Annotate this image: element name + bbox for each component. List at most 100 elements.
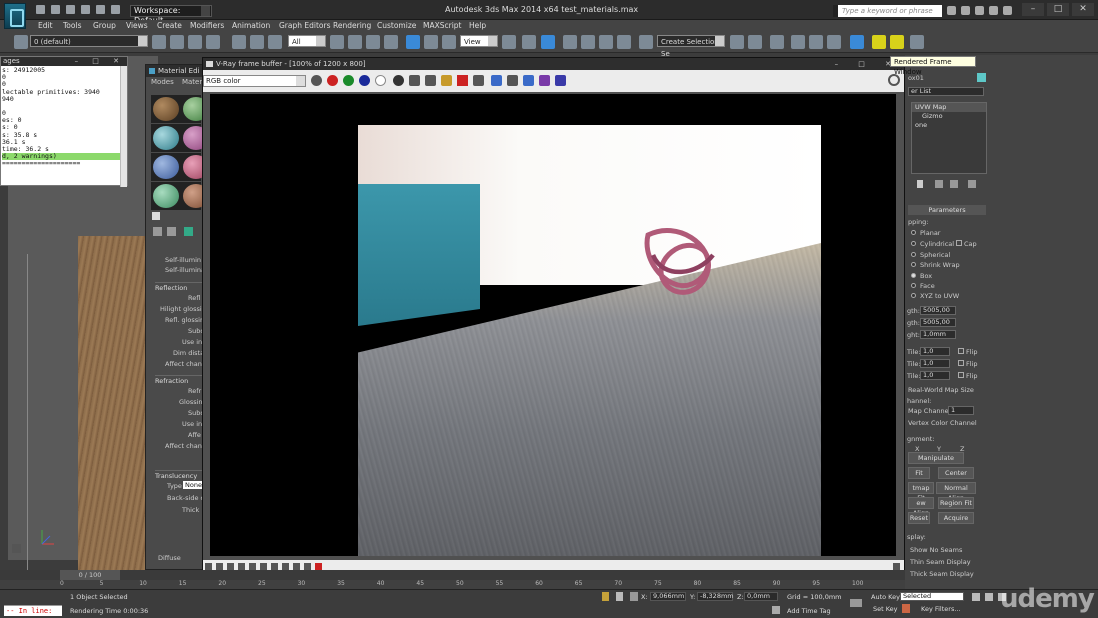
material-slot[interactable]	[151, 95, 181, 123]
go-to-start-icon[interactable]	[972, 593, 980, 601]
history-icon[interactable]	[205, 563, 212, 570]
snaps-toggle-icon[interactable]	[563, 35, 577, 49]
real-world-map-size-checkbox[interactable]: Real-World Map Size	[908, 386, 974, 394]
menu-group[interactable]: Group	[93, 21, 116, 30]
help-icon[interactable]	[1003, 6, 1012, 15]
menu-maxscript[interactable]: MAXScript	[423, 21, 462, 30]
green-channel-icon[interactable]	[343, 75, 354, 86]
make-unique-icon[interactable]	[950, 180, 958, 188]
clear-image-icon[interactable]	[457, 75, 468, 86]
save-file-icon[interactable]	[66, 5, 75, 14]
unlink-icon[interactable]	[250, 35, 264, 49]
minimize-button[interactable]: –	[1022, 3, 1044, 16]
close-icon[interactable]	[152, 212, 160, 220]
normal-align-button[interactable]: Normal Align	[936, 482, 976, 502]
toggle-ribbon-icon[interactable]	[791, 35, 805, 49]
maxscript-mini-listener[interactable]: -- In line:	[4, 605, 62, 616]
material-slot[interactable]	[181, 95, 209, 123]
stack-item-uvw-map[interactable]: UVW Map	[912, 103, 986, 112]
region-fit-button[interactable]: Region Fit	[938, 497, 974, 509]
keyboard-shortcut-override-icon[interactable]	[541, 35, 555, 49]
spinner-snap-icon[interactable]	[617, 35, 631, 49]
curve-editor-icon[interactable]	[809, 35, 823, 49]
menu-views[interactable]: Views	[126, 21, 148, 30]
object-color-swatch[interactable]	[977, 73, 986, 82]
modifier-list-dropdown[interactable]: er List	[908, 87, 984, 96]
menu-animation[interactable]: Animation	[232, 21, 270, 30]
pixel-info-icon[interactable]	[555, 75, 566, 86]
set-key-button[interactable]: Set Key	[873, 605, 898, 613]
acquire-button[interactable]: Acquire	[938, 512, 974, 524]
u-tile-spinner[interactable]: 1,0	[920, 347, 950, 356]
menu-tools[interactable]: Tools	[63, 21, 81, 30]
put-material-icon[interactable]	[167, 227, 176, 236]
color-correction-icon[interactable]	[238, 563, 245, 570]
menu-modes[interactable]: Modes	[151, 78, 174, 86]
percent-snap-icon[interactable]	[599, 35, 613, 49]
view-align-button[interactable]: ew Align	[908, 497, 934, 517]
v-flip-checkbox[interactable]	[958, 360, 964, 366]
levels-icon[interactable]	[249, 563, 256, 570]
channel-dropdown[interactable]: RGB color	[203, 75, 306, 87]
select-object-icon[interactable]	[330, 35, 344, 49]
radio-shrink-wrap[interactable]	[911, 262, 916, 267]
lens-effects-icon[interactable]	[216, 563, 223, 570]
layer-dropdown[interactable]: 0 (default)	[30, 35, 148, 47]
reset-button[interactable]: Reset	[908, 512, 930, 524]
translucency-type-dropdown[interactable]: None	[183, 481, 204, 489]
listener-window-buttons[interactable]: – □ ✕	[75, 57, 125, 66]
schematic-view-icon[interactable]	[827, 35, 841, 49]
stack-item-gizmo[interactable]: Gizmo	[912, 112, 986, 121]
key-filter-dropdown[interactable]: Selected	[900, 592, 964, 601]
mirror-icon[interactable]	[730, 35, 744, 49]
radio-cylindrical[interactable]	[911, 241, 916, 246]
material-slot[interactable]	[151, 153, 181, 181]
section-refraction[interactable]: Refraction	[155, 375, 205, 385]
add-time-tag[interactable]: Add Time Tag	[787, 607, 831, 615]
key-icon[interactable]	[850, 599, 862, 607]
blue-channel-icon[interactable]	[359, 75, 370, 86]
assign-material-icon[interactable]	[184, 227, 193, 236]
x-coord-field[interactable]: 9,066mm	[650, 592, 686, 601]
open-file-icon[interactable]	[51, 5, 60, 14]
window-crossing-icon[interactable]	[384, 35, 398, 49]
material-editor-icon[interactable]	[850, 35, 864, 49]
fit-button[interactable]: Fit	[908, 467, 930, 479]
select-by-name-icon[interactable]	[348, 35, 362, 49]
v-tile-spinner[interactable]: 1,0	[920, 359, 950, 368]
show-no-seams-radio[interactable]: Show No Seams	[910, 546, 962, 554]
menu-customize[interactable]: Customize	[377, 21, 416, 30]
rotate-icon[interactable]	[424, 35, 438, 49]
menu-modifiers[interactable]: Modifiers	[190, 21, 224, 30]
bind-space-warp-icon[interactable]	[268, 35, 282, 49]
reference-coordinate-dropdown[interactable]: View	[460, 35, 498, 47]
section-reflection[interactable]: Reflection	[155, 282, 205, 292]
isolate-selection-icon[interactable]	[602, 592, 609, 601]
select-layer-icon[interactable]	[206, 35, 220, 49]
display-correction-icon[interactable]	[539, 75, 550, 86]
time-slider-knob[interactable]: 0 / 100	[60, 570, 120, 580]
radio-xyz-to-uvw[interactable]	[911, 293, 916, 298]
u-flip-checkbox[interactable]	[958, 348, 964, 354]
open-folder-icon[interactable]	[441, 75, 452, 86]
workspace-dropdown[interactable]: Workspace: Default	[130, 5, 212, 25]
material-slot[interactable]	[181, 182, 209, 210]
y-coord-field[interactable]: -8,328mm	[697, 592, 734, 601]
play-icon[interactable]	[12, 544, 21, 553]
material-editor-title-bar[interactable]: Material Edi	[146, 65, 206, 77]
material-slot[interactable]	[151, 124, 181, 152]
render-setup-icon[interactable]	[872, 35, 886, 49]
height-spinner[interactable]: 1,0mm	[920, 330, 956, 339]
create-layer-icon[interactable]	[170, 35, 184, 49]
key-mode-icon[interactable]	[902, 604, 910, 613]
info-icon[interactable]	[227, 563, 234, 570]
curves-icon[interactable]	[271, 563, 278, 570]
bitmap-fit-button[interactable]: tmap Fit	[908, 482, 934, 502]
ocio-icon[interactable]	[315, 563, 322, 570]
menu-create[interactable]: Create	[157, 21, 182, 30]
save-image-icon[interactable]	[409, 75, 420, 86]
vertex-color-channel-radio[interactable]: Vertex Color Channel	[908, 419, 977, 427]
move-icon[interactable]	[406, 35, 420, 49]
stack-item-box[interactable]: one	[912, 121, 986, 130]
layer-explorer-icon[interactable]	[770, 35, 784, 49]
